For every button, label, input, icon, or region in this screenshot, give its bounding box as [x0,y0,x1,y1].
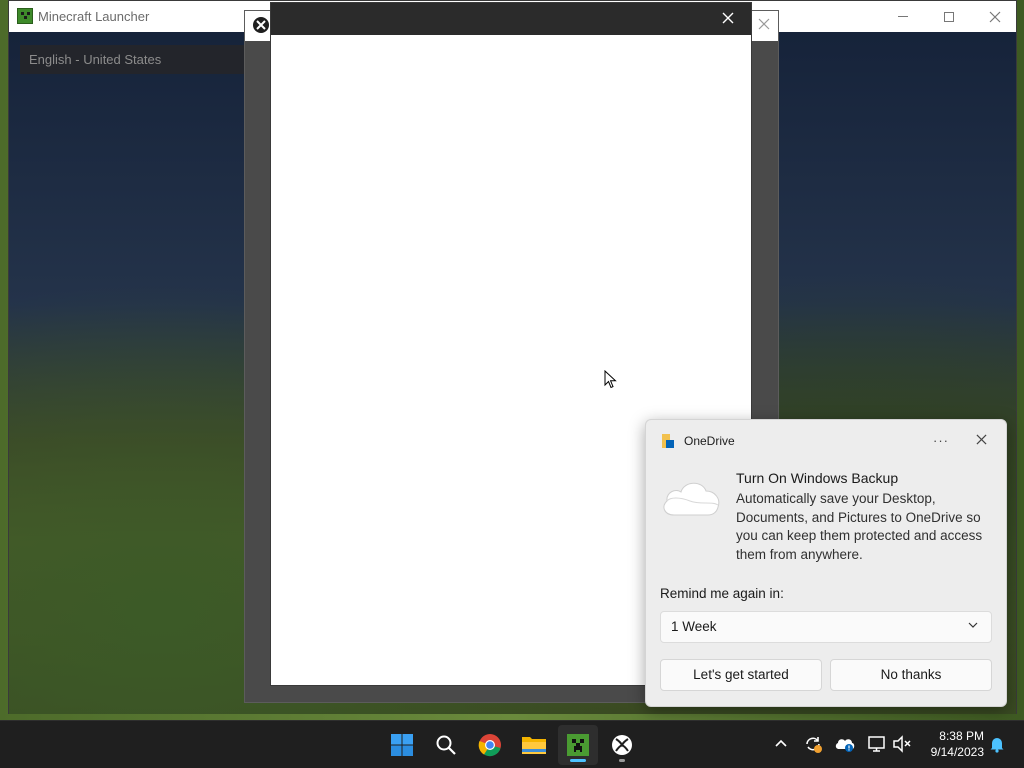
start-button[interactable] [382,725,422,765]
close-icon [989,11,1001,22]
search-button[interactable] [426,725,466,765]
show-hidden-icons-chevron-up-icon[interactable] [772,735,790,753]
onedrive-app-icon [662,434,674,448]
mouse-cursor-icon [604,370,617,389]
language-selector[interactable]: English - United States [20,45,260,74]
file-explorer-taskbar-button[interactable] [514,725,554,765]
maximize-icon [944,11,954,22]
windows-start-icon [391,734,413,756]
minimize-button[interactable] [880,1,926,32]
toast-app-name: OneDrive [684,434,735,448]
xbox-icon [253,17,269,33]
notification-bell-icon[interactable] [988,735,1006,753]
minimize-icon [898,16,908,17]
remind-dropdown-value: 1 Week [671,619,717,634]
active-app-indicator [570,759,586,762]
maximize-button[interactable] [926,1,972,32]
clock-time: 8:38 PM [939,729,984,743]
onedrive-tray-icon[interactable] [834,733,856,755]
close-button[interactable] [972,1,1018,32]
toast-heading: Turn On Windows Backup [736,470,899,486]
network-icon[interactable] [866,733,888,755]
close-icon [975,434,987,445]
web-dialog-titlebar[interactable] [271,3,751,35]
no-thanks-button[interactable]: No thanks [830,659,992,691]
xbox-taskbar-button[interactable] [602,725,642,765]
launcher-title: Minecraft Launcher [38,9,150,24]
minecraft-logo-icon [17,8,33,24]
remind-dropdown[interactable]: 1 Week [660,611,992,643]
more-options-button[interactable]: ··· [929,430,953,452]
close-icon [758,18,770,30]
onedrive-cloud-icon [663,482,720,516]
sync-status-icon[interactable] [802,733,824,755]
taskbar-clock[interactable]: 8:38 PM 9/14/2023 [918,728,984,760]
minecraft-icon [567,734,589,756]
toast-body: Automatically save your Desktop, Documen… [736,491,983,562]
onedrive-toast: OneDrive ··· Turn On Windows Backup Auto… [645,419,1007,707]
chevron-down-icon [968,622,978,628]
search-icon [436,735,456,755]
volume-muted-icon[interactable] [891,733,913,755]
clock-date: 9/14/2023 [930,745,984,759]
close-icon [722,12,734,24]
toast-close-button[interactable] [969,430,993,452]
chrome-icon [478,734,501,757]
lets-get-started-button[interactable]: Let's get started [660,659,822,691]
xbox-dialog-close-button[interactable] [752,14,776,38]
xbox-icon [612,735,632,755]
remind-label: Remind me again in: [660,586,784,601]
file-explorer-icon [522,737,546,754]
minecraft-taskbar-button[interactable] [558,725,598,765]
web-dialog-close-button[interactable] [717,8,739,30]
chrome-taskbar-button[interactable] [470,725,510,765]
running-app-indicator [619,759,625,762]
